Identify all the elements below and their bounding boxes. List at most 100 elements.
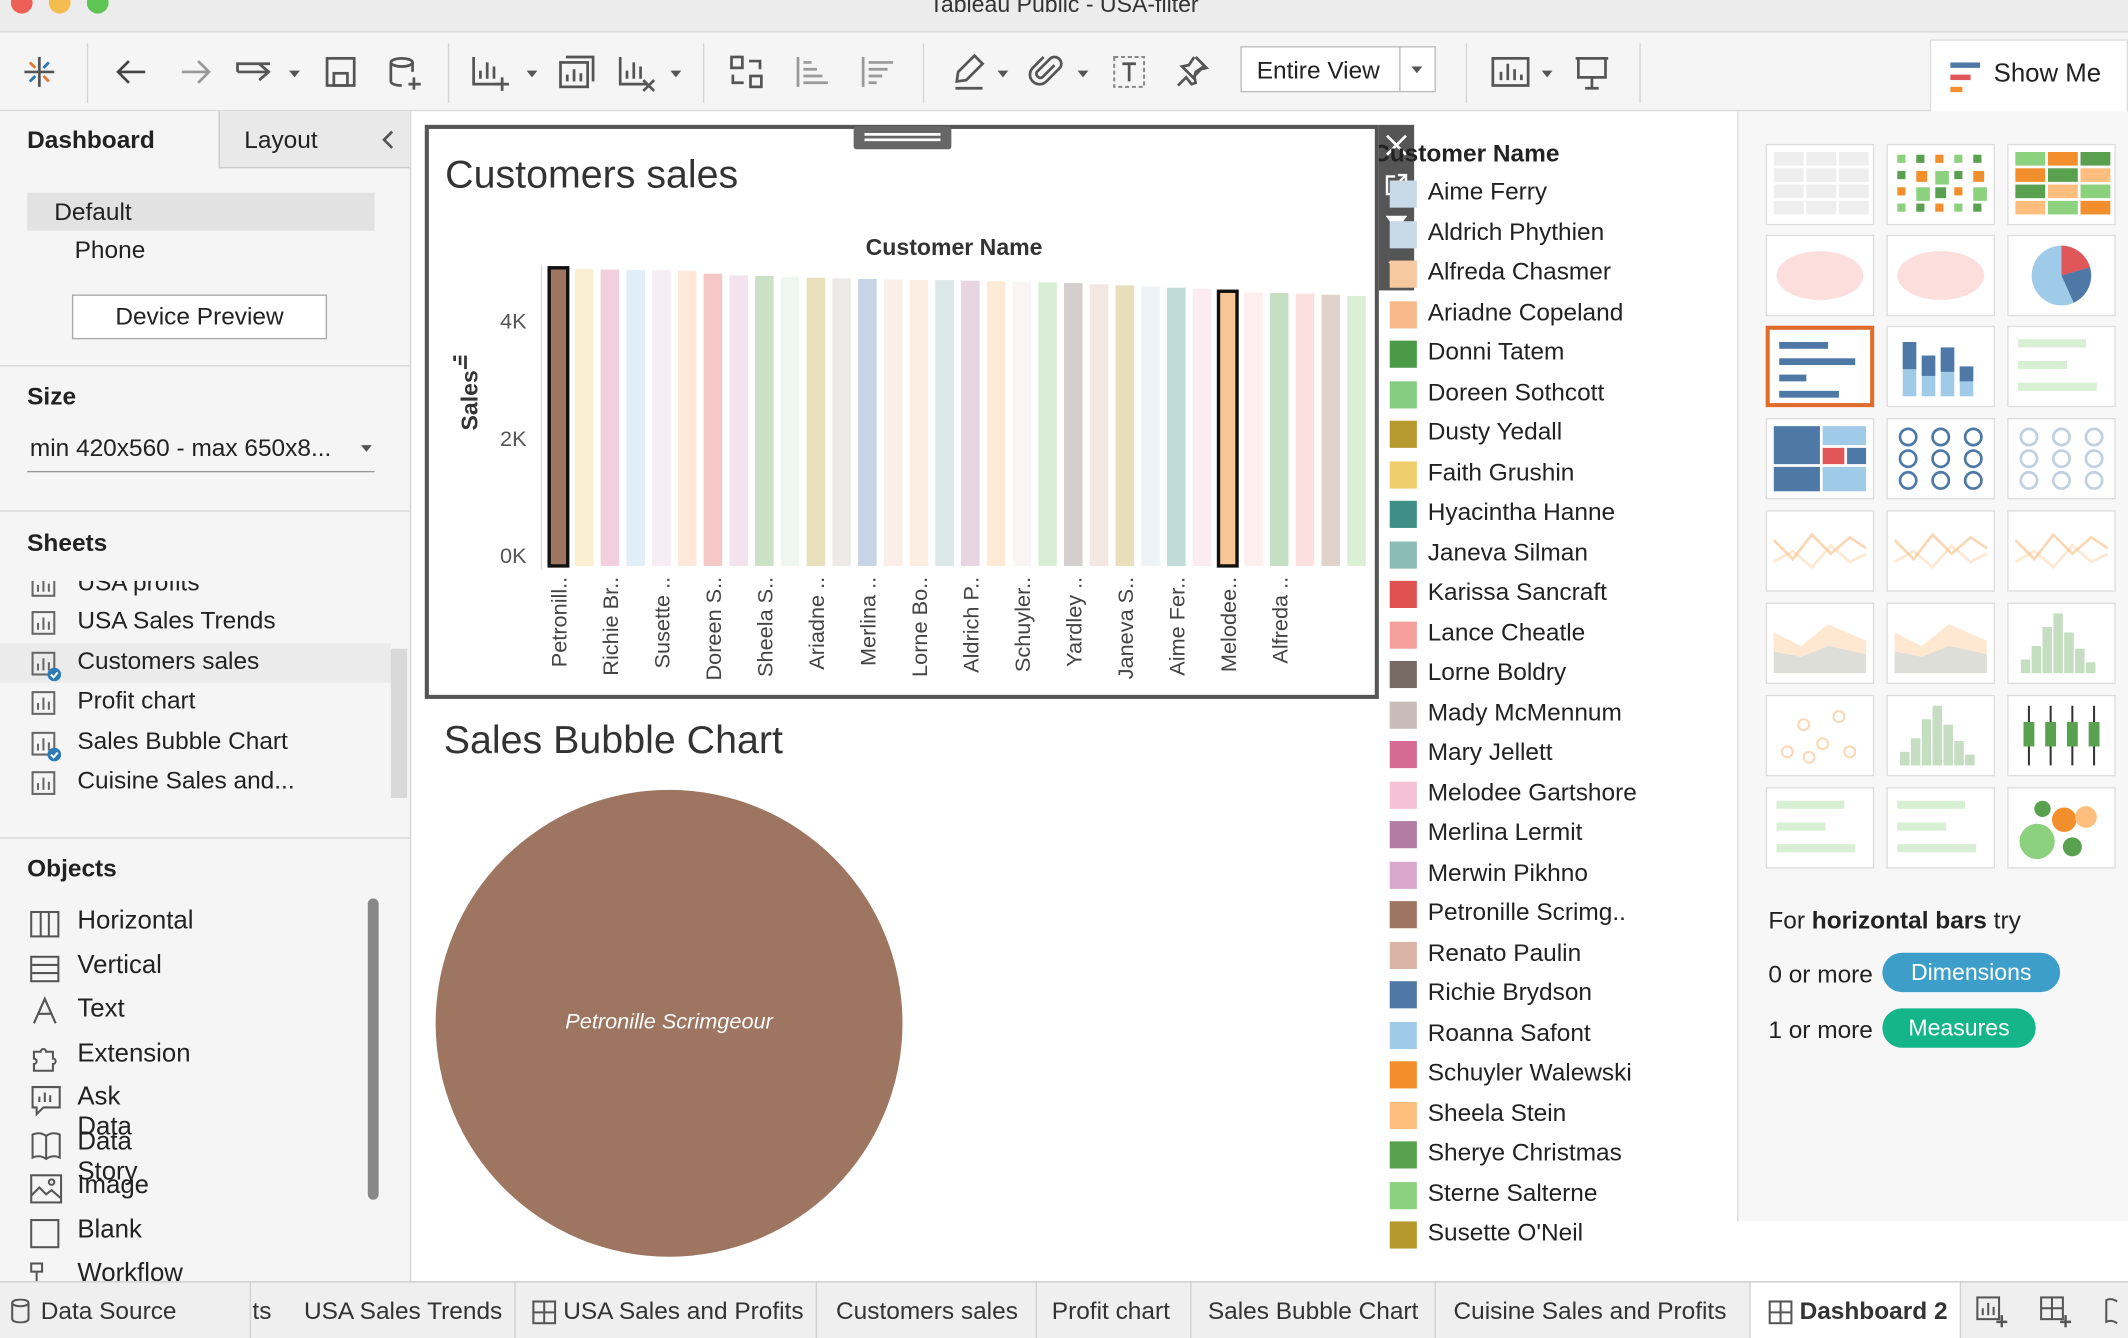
collapse-chevron-icon[interactable]	[379, 129, 398, 151]
bar[interactable]	[1347, 295, 1366, 566]
show-me-symbol-map-icon[interactable]	[1765, 234, 1875, 317]
tab-data-source[interactable]: Data Source ts	[0, 1282, 271, 1338]
bar[interactable]	[574, 268, 594, 566]
clear-sheet-icon[interactable]	[616, 53, 657, 94]
replay-dropdown-icon[interactable]	[289, 70, 300, 78]
show-me-pie-chart-icon[interactable]	[2007, 234, 2116, 317]
tab-usa-sales-trends[interactable]: USA Sales Trends	[285, 1282, 516, 1338]
presentation-mode-icon[interactable]	[1572, 52, 1613, 93]
group-paperclip-icon[interactable]	[1027, 52, 1065, 93]
show-me-highlight-table-icon[interactable]	[2007, 143, 2116, 226]
tab-cuisine-sales-and-profits[interactable]: Cuisine Sales and Profits	[1436, 1282, 1751, 1338]
sheet-item-usa-profits[interactable]: USA profits	[0, 580, 391, 604]
bar[interactable]	[755, 275, 774, 566]
tab-dashboard-2[interactable]: Dashboard 2	[1750, 1282, 1962, 1338]
bar[interactable]	[729, 275, 748, 566]
show-me-scatter-plot-icon[interactable]	[1765, 694, 1875, 777]
new-story-tab-icon[interactable]	[2104, 1296, 2128, 1329]
device-default-option[interactable]: Default	[27, 192, 375, 231]
show-me-bullet-graph-icon[interactable]	[1886, 787, 1995, 869]
tab-layout[interactable]: Layout	[218, 111, 410, 169]
bar[interactable]	[858, 278, 877, 566]
bar[interactable]	[832, 278, 851, 566]
bar[interactable]	[600, 269, 620, 566]
sort-ascending-icon[interactable]	[793, 53, 831, 91]
show-me-side-by-side-bars-icon[interactable]	[2007, 325, 2116, 408]
duplicate-sheet-icon[interactable]	[556, 53, 597, 94]
swap-rows-columns-icon[interactable]	[727, 53, 765, 91]
show-me-heat-map-icon[interactable]	[1886, 143, 1995, 226]
group-dropdown-icon[interactable]	[1077, 70, 1089, 78]
bar[interactable]	[935, 280, 954, 566]
tab-customers-sales[interactable]: Customers sales	[817, 1282, 1037, 1338]
new-worksheet-icon[interactable]	[470, 53, 511, 94]
sheets-scrollbar[interactable]	[390, 648, 408, 798]
sheet-item-usa-sales-trends[interactable]: USA Sales Trends	[0, 603, 391, 642]
tab-dashboard[interactable]: Dashboard	[0, 111, 219, 169]
show-me-area-discrete-icon[interactable]	[1886, 602, 1995, 684]
fit-view-select[interactable]: Entire View	[1240, 46, 1436, 93]
bar[interactable]	[547, 266, 570, 568]
fix-axes-pin-icon[interactable]	[1173, 53, 1211, 91]
show-me-box-whisker-icon[interactable]	[2007, 694, 2116, 777]
new-worksheet-dropdown-icon[interactable]	[526, 70, 538, 78]
clear-sheet-dropdown-icon[interactable]	[670, 70, 682, 78]
presentation-layout-icon[interactable]	[1490, 53, 1531, 91]
customers-sales-zone[interactable]: Customers sales Customer Name Sales 4K 2K…	[424, 124, 1379, 699]
replay-icon[interactable]	[235, 57, 278, 87]
show-me-circle-views-icon[interactable]	[1886, 417, 1995, 500]
redo-arrow-icon[interactable]	[178, 54, 213, 89]
new-data-source-icon[interactable]	[387, 54, 425, 92]
show-me-gantt-chart-icon[interactable]	[1765, 787, 1875, 869]
size-select[interactable]: min 420x560 - max 650x8...	[27, 432, 375, 473]
bar[interactable]	[1244, 292, 1263, 566]
show-me-treemap-icon[interactable]	[1765, 417, 1875, 500]
bar[interactable]	[1216, 289, 1239, 568]
bar[interactable]	[1115, 285, 1135, 566]
sheet-item-cuisine-sales[interactable]: Cuisine Sales and...	[0, 763, 391, 802]
sheet-item-profit-chart[interactable]: Profit chart	[0, 683, 391, 722]
undo-arrow-icon[interactable]	[114, 54, 149, 89]
sheet-item-customers-sales[interactable]: Customers sales	[0, 643, 391, 683]
bar[interactable]	[677, 270, 697, 566]
show-me-dual-combination-icon[interactable]	[2007, 602, 2116, 684]
device-preview-button[interactable]: Device Preview	[71, 294, 328, 340]
tab-sales-bubble-chart[interactable]: Sales Bubble Chart	[1192, 1282, 1436, 1338]
highlight-icon[interactable]	[950, 52, 988, 93]
bar[interactable]	[652, 270, 671, 566]
show-mark-labels-icon[interactable]	[1110, 53, 1148, 91]
save-icon[interactable]	[323, 54, 358, 89]
show-me-discrete-lines-icon[interactable]	[1886, 510, 1995, 592]
bar[interactable]	[1064, 283, 1083, 566]
highlight-dropdown-icon[interactable]	[997, 70, 1009, 78]
show-me-horizontal-bars-icon[interactable]	[1765, 325, 1875, 408]
y-axis-sort-icon[interactable]	[453, 355, 467, 370]
show-me-histogram-icon[interactable]	[1886, 694, 1995, 777]
show-me-button[interactable]: Show Me	[1929, 39, 2128, 113]
bar[interactable]	[1038, 282, 1057, 566]
show-me-packed-bubbles-icon[interactable]	[2007, 787, 2116, 869]
bar[interactable]	[1269, 293, 1289, 566]
bar[interactable]	[1295, 293, 1315, 566]
bar[interactable]	[883, 279, 903, 566]
presentation-dropdown-icon[interactable]	[1541, 70, 1553, 78]
bar[interactable]	[1167, 287, 1186, 566]
customer-bubble[interactable]: Petronille Scrimgeour	[435, 789, 903, 1257]
tableau-logo-icon[interactable]	[22, 54, 57, 89]
bar[interactable]	[780, 277, 800, 566]
bar[interactable]	[961, 280, 980, 566]
new-worksheet-tab-icon[interactable]	[1976, 1296, 2009, 1329]
show-me-text-table-icon[interactable]	[1765, 143, 1875, 226]
tab-usa-sales-and-profits[interactable]: USA Sales and Profits	[516, 1282, 817, 1338]
bar[interactable]	[703, 273, 723, 566]
show-me-area-continuous-icon[interactable]	[1765, 602, 1875, 684]
sheet-item-sales-bubble-chart[interactable]: Sales Bubble Chart	[0, 723, 391, 762]
show-me-filled-map-icon[interactable]	[1886, 234, 1995, 317]
device-phone-option[interactable]: Phone	[75, 236, 146, 264]
objects-scrollbar[interactable]	[367, 898, 379, 1200]
bar[interactable]	[1089, 284, 1109, 566]
bar[interactable]	[1012, 281, 1032, 566]
sort-descending-icon[interactable]	[858, 53, 896, 91]
bar[interactable]	[986, 281, 1006, 566]
new-dashboard-tab-icon[interactable]	[2040, 1296, 2073, 1329]
